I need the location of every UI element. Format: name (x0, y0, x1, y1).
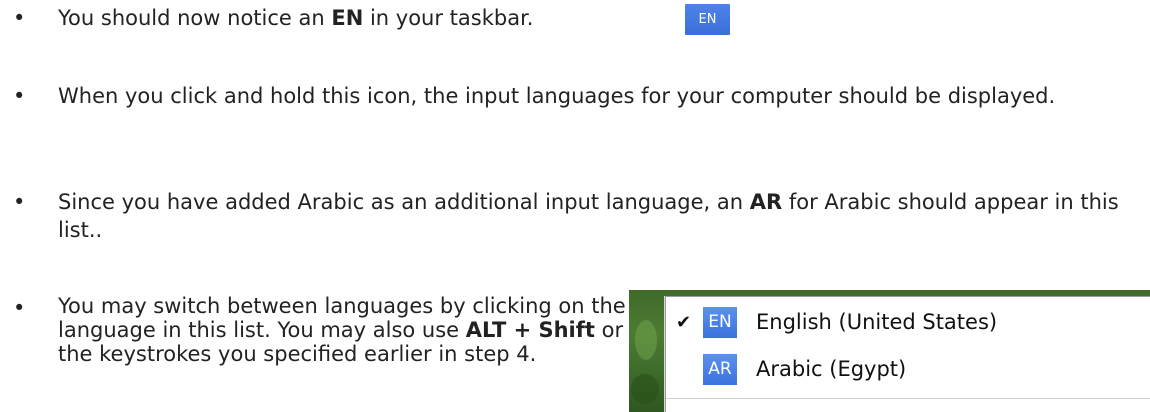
input-language-menu: ✔ EN English (United States) AR Arabic (… (665, 296, 1150, 412)
text-segment: in your taskbar. (363, 6, 534, 30)
desktop-background (635, 320, 657, 360)
bullet-marker: • (13, 296, 26, 320)
bold-shortcut: ALT + Shift (465, 318, 595, 342)
language-menu-screenshot: ✔ EN English (United States) AR Arabic (… (629, 290, 1150, 412)
menu-item-arabic[interactable]: AR Arabic (Egypt) (666, 350, 1150, 390)
checkmark-icon: ✔ (676, 312, 692, 333)
menu-item-label: Arabic (Egypt) (756, 357, 907, 381)
en-language-icon: EN (703, 307, 737, 338)
bold-term-ar: AR (749, 190, 783, 214)
en-taskbar-icon: EN (685, 4, 730, 35)
text-segment: You should now notice an (58, 6, 332, 30)
bold-term-en: EN (331, 6, 364, 30)
desktop-background (631, 374, 659, 404)
bullet-marker: • (13, 190, 26, 214)
menu-item-label: English (United States) (756, 310, 998, 334)
bullet-text: You may switch between languages by clic… (58, 294, 648, 366)
bullet-text: Since you have added Arabic as an additi… (58, 188, 1143, 244)
ar-language-icon: AR (703, 354, 737, 385)
bullet-text: When you click and hold this icon, the i… (58, 84, 1056, 108)
bullet-text: You should now notice an EN in your task… (58, 4, 678, 32)
bullet-marker: • (13, 84, 26, 108)
menu-divider (666, 398, 1150, 399)
text-segment: Since you have added Arabic as an additi… (58, 190, 750, 214)
menu-item-english[interactable]: ✔ EN English (United States) (666, 303, 1150, 343)
bullet-marker: • (13, 6, 26, 30)
